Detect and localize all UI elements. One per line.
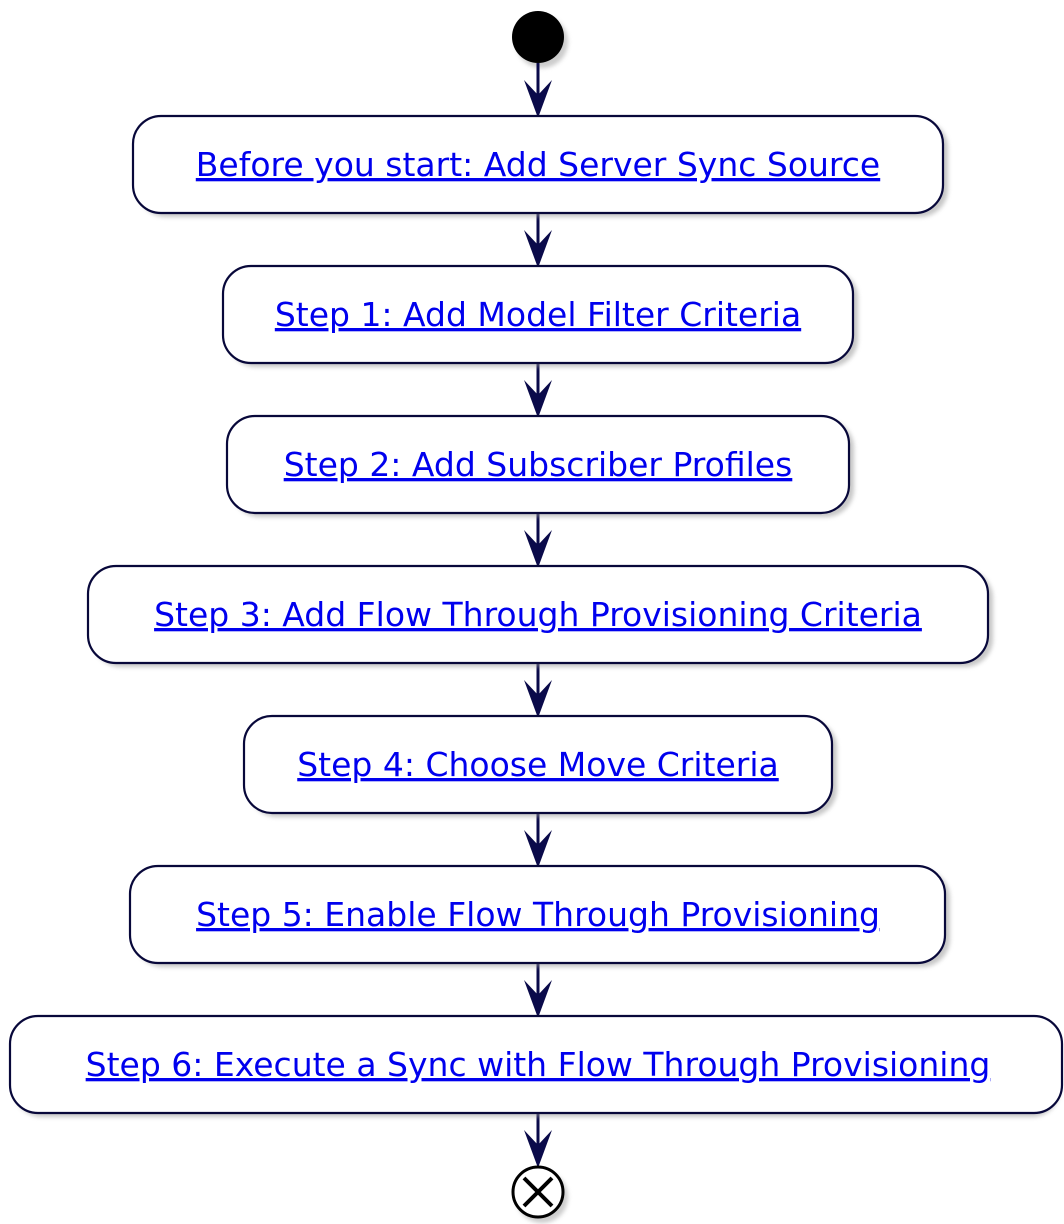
step-link-6[interactable]: Step 6: Execute a Sync with Flow Through…: [86, 1045, 991, 1084]
step-link-4[interactable]: Step 4: Choose Move Criteria: [297, 745, 779, 784]
step-before-you-start[interactable]: Before you start: Add Server Sync Source: [131, 114, 948, 217]
connector-step-3-to-step-4: [524, 663, 552, 718]
connector-step-4-to-step-5: [524, 813, 552, 868]
connector-step-2-to-step-3: [524, 513, 552, 568]
step-2[interactable]: Step 2: Add Subscriber Profiles: [225, 414, 854, 517]
connector-step-5-to-step-6: [524, 963, 552, 1018]
step-3[interactable]: Step 3: Add Flow Through Provisioning Cr…: [86, 564, 993, 667]
step-link-3[interactable]: Step 3: Add Flow Through Provisioning Cr…: [154, 595, 922, 634]
connector-step-6-to-end: [524, 1113, 552, 1168]
connector-start-to-step-0: [524, 63, 552, 118]
connector-step-1-to-step-2: [524, 363, 552, 418]
step-link-before-you-start[interactable]: Before you start: Add Server Sync Source: [196, 145, 880, 184]
end-node-icon: [511, 1165, 565, 1219]
activity-diagram: Before you start: Add Server Sync Source…: [8, 11, 1064, 1223]
step-6[interactable]: Step 6: Execute a Sync with Flow Through…: [8, 1014, 1064, 1117]
step-5[interactable]: Step 5: Enable Flow Through Provisioning: [128, 864, 950, 967]
connector-step-0-to-step-1: [524, 213, 552, 268]
start-node-icon: [512, 11, 564, 63]
step-4[interactable]: Step 4: Choose Move Criteria: [242, 714, 837, 817]
step-link-5[interactable]: Step 5: Enable Flow Through Provisioning: [196, 895, 880, 934]
start-node: [512, 11, 568, 68]
end-node: [511, 1165, 568, 1223]
step-link-1[interactable]: Step 1: Add Model Filter Criteria: [275, 295, 801, 334]
step-link-2[interactable]: Step 2: Add Subscriber Profiles: [284, 445, 793, 484]
step-1[interactable]: Step 1: Add Model Filter Criteria: [221, 264, 858, 367]
